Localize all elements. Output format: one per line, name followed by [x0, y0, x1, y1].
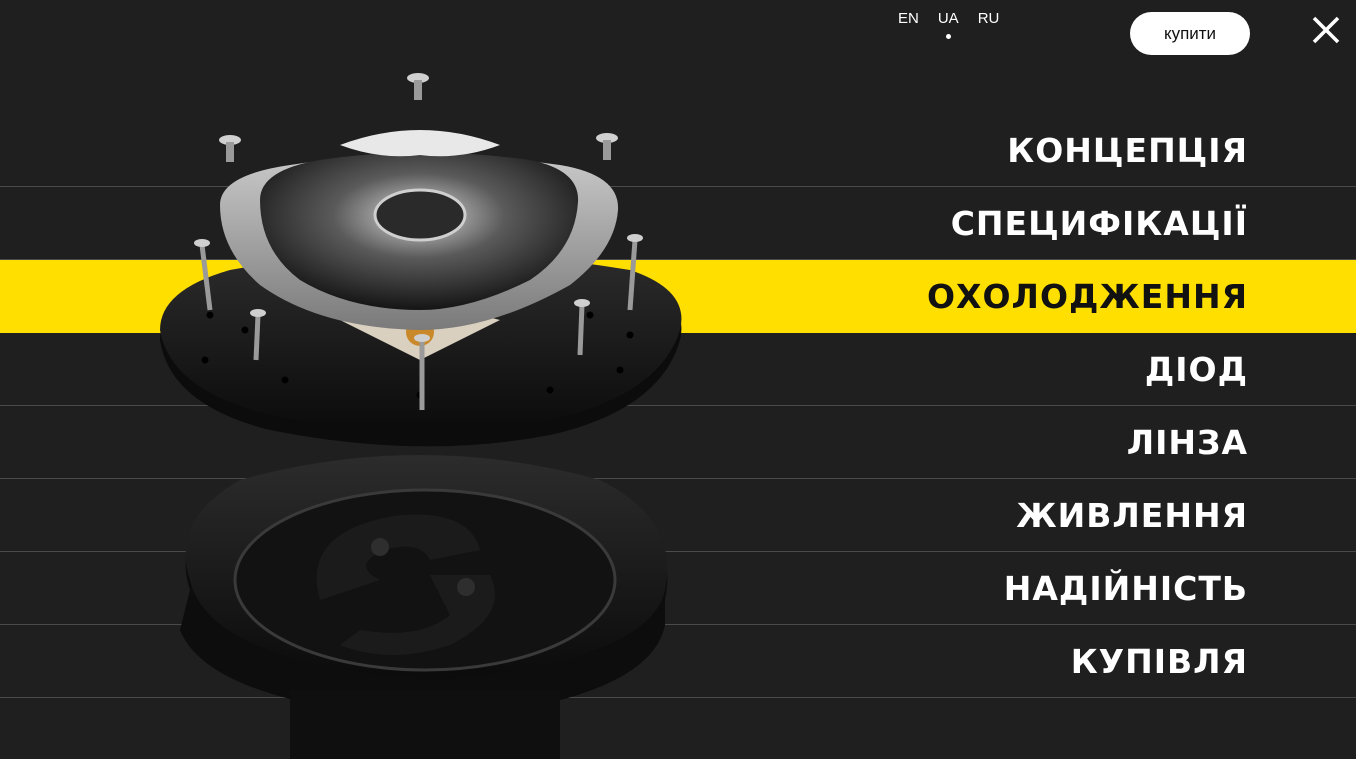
- menu-item-label: КОНЦЕПЦІЯ: [1007, 130, 1248, 170]
- lang-ua[interactable]: UA: [937, 10, 959, 39]
- lang-ru-label: RU: [977, 10, 1000, 27]
- menu-item-label: ДІОД: [1144, 349, 1248, 389]
- lang-ru[interactable]: RU: [978, 10, 1000, 27]
- menu-item-label: ОХОЛОДЖЕННЯ: [927, 276, 1248, 316]
- menu-item-label: ЖИВЛЕННЯ: [1016, 495, 1248, 535]
- lang-en-label: EN: [898, 10, 919, 27]
- menu-item-label: КУПІВЛЯ: [1070, 641, 1248, 681]
- buy-button-label: купити: [1163, 23, 1217, 43]
- lang-ua-label: UA: [937, 10, 959, 27]
- close-icon[interactable]: [1310, 14, 1342, 46]
- menu-item-label: СПЕЦИФІКАЦІЇ: [950, 203, 1248, 243]
- top-bar: EN UA RU купити: [0, 0, 1356, 70]
- product-exploded-view-image: [160, 73, 682, 759]
- language-switcher: EN UA RU: [898, 10, 1000, 39]
- menu-item-label: НАДІЙНІСТЬ: [1003, 568, 1248, 608]
- lang-en[interactable]: EN: [898, 10, 919, 27]
- menu-item-label: ЛІНЗА: [1126, 422, 1248, 462]
- active-lang-indicator: [945, 34, 951, 39]
- buy-button[interactable]: купити: [1130, 12, 1250, 55]
